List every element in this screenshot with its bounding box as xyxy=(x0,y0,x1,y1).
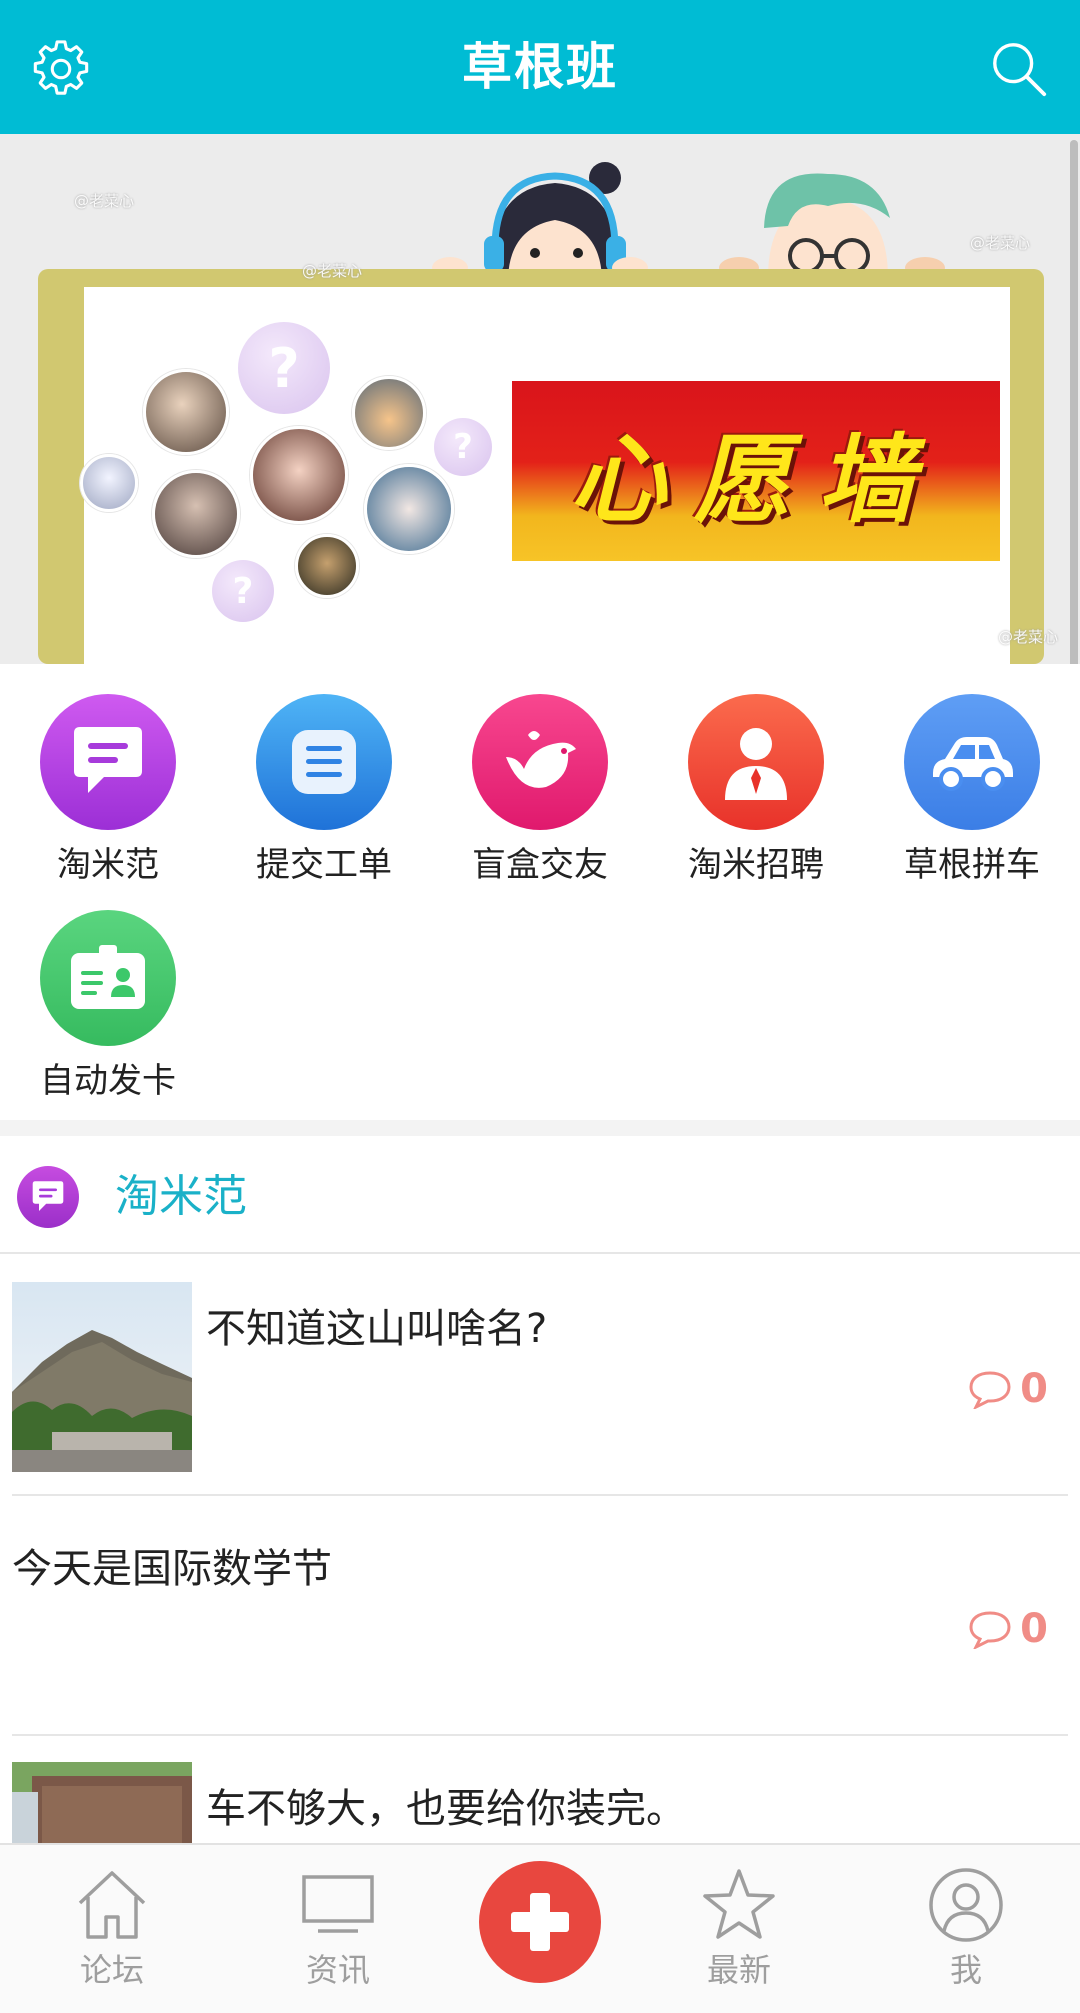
bottom-nav: 论坛 资讯 最新 我 xyxy=(0,1843,1080,2013)
post-thumbnail xyxy=(12,1282,192,1472)
comment-count-value: 0 xyxy=(1020,1606,1048,1652)
quick-link-blind-box[interactable]: 盲盒交友 xyxy=(432,664,648,885)
post-title[interactable]: 车不够大，也要给你装完。 xyxy=(206,1776,686,1834)
search-icon[interactable] xyxy=(988,38,1050,100)
list-item[interactable]: 今天是国际数学节 0 xyxy=(0,1496,1080,1736)
section-header[interactable]: 淘米范 xyxy=(0,1136,1080,1254)
avatar xyxy=(295,534,359,598)
quick-link-taomifan[interactable]: 淘米范 xyxy=(0,664,216,885)
wish-wall-text: 心愿墙 xyxy=(570,422,942,536)
question-bubble-icon: ? xyxy=(434,418,492,476)
comment-count[interactable]: 0 xyxy=(968,1366,1048,1412)
section-title[interactable]: 淘米范 xyxy=(115,1166,247,1228)
comment-count-value: 0 xyxy=(1020,1366,1048,1412)
quick-link-auto-card[interactable]: 自动发卡 xyxy=(0,880,216,1101)
watermark: @老菜心 xyxy=(302,262,363,280)
bird-icon xyxy=(472,694,608,830)
watermark: @老菜心 xyxy=(970,234,1031,252)
avatar xyxy=(143,369,229,455)
quick-link-label: 盲盒交友 xyxy=(472,845,608,885)
watermark: @老菜心 xyxy=(998,628,1059,646)
page-title: 草根班 xyxy=(462,38,618,96)
quick-link-label: 淘米招聘 xyxy=(688,845,824,885)
list-item[interactable]: 不知道这山叫啥名? 0 xyxy=(0,1256,1080,1496)
section-divider xyxy=(0,1120,1080,1136)
post-title[interactable]: 不知道这山叫啥名? xyxy=(206,1296,547,1354)
house-icon xyxy=(78,1871,146,1939)
avatar xyxy=(352,376,426,450)
comment-icon xyxy=(969,1611,1011,1649)
nav-label: 最新 xyxy=(706,1951,771,1989)
avatar xyxy=(364,464,454,554)
post-thumbnail xyxy=(12,1762,192,1843)
banner-carousel[interactable]: ? ? ? 心愿墙 @老菜心 @老菜心 @老菜心 @老菜心 xyxy=(0,134,1080,664)
chat-bubble-icon xyxy=(17,1166,79,1228)
avatar xyxy=(250,426,348,524)
quick-link-carpool[interactable]: 草根拼车 xyxy=(864,664,1080,885)
quick-link-label: 提交工单 xyxy=(256,845,392,885)
quick-link-submit-ticket[interactable]: 提交工单 xyxy=(216,664,432,885)
nav-label: 资讯 xyxy=(305,1951,370,1989)
star-icon xyxy=(703,1869,775,1939)
nav-news[interactable]: 资讯 xyxy=(230,1845,446,1995)
quick-link-label: 草根拼车 xyxy=(904,845,1040,885)
nav-label: 论坛 xyxy=(79,1951,144,1989)
id-card-icon xyxy=(40,910,176,1046)
monitor-icon xyxy=(302,1875,374,1933)
list-item[interactable]: 车不够大，也要给你装完。 xyxy=(0,1736,1080,1843)
comment-icon xyxy=(969,1371,1011,1409)
quick-link-label: 自动发卡 xyxy=(40,1061,176,1101)
top-bar: 草根班 xyxy=(0,0,1080,134)
list-icon xyxy=(256,694,392,830)
plus-icon[interactable] xyxy=(479,1861,601,1983)
chat-bubble-icon xyxy=(40,694,176,830)
post-title[interactable]: 今天是国际数学节 xyxy=(12,1536,332,1594)
car-icon xyxy=(904,694,1040,830)
nav-forum[interactable]: 论坛 xyxy=(4,1845,220,1995)
quick-link-label: 淘米范 xyxy=(57,845,159,885)
avatar xyxy=(80,454,138,512)
user-icon xyxy=(929,1868,1003,1942)
quick-link-recruitment[interactable]: 淘米招聘 xyxy=(648,664,864,885)
nav-latest[interactable]: 最新 xyxy=(631,1845,847,1995)
quick-links-grid: 淘米范 提交工单 盲盒交友 淘米招聘 草根拼车 自动发卡 xyxy=(0,664,1080,1120)
watermark: @老菜心 xyxy=(74,192,135,210)
nav-label: 我 xyxy=(949,1951,982,1989)
nav-me[interactable]: 我 xyxy=(858,1845,1074,1995)
wish-wall-sign: 心愿墙 xyxy=(512,381,1000,561)
question-bubble-icon: ? xyxy=(238,322,330,414)
scrollbar[interactable] xyxy=(1070,140,1078,744)
person-icon xyxy=(688,694,824,830)
question-bubble-icon: ? xyxy=(212,560,274,622)
comment-count[interactable]: 0 xyxy=(968,1606,1048,1652)
avatar xyxy=(152,470,240,558)
